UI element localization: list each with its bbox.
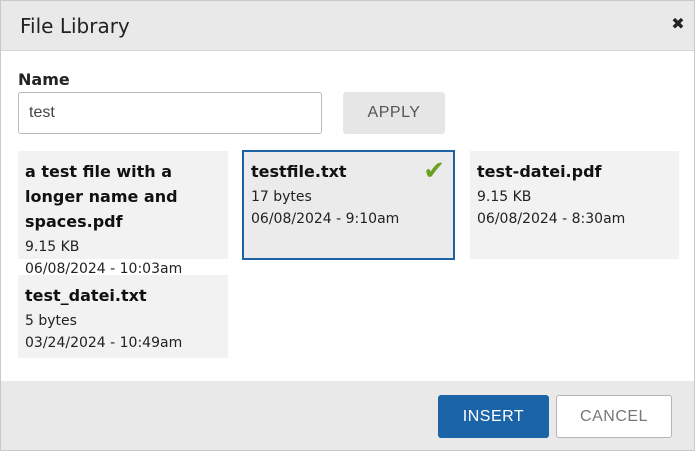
dialog-footer: INSERT CANCEL: [1, 381, 694, 450]
check-icon: ✔: [423, 156, 445, 186]
file-library-dialog: File Library ✖ Name APPLY a test file wi…: [0, 0, 695, 451]
file-card[interactable]: test_datei.txt 5 bytes 03/24/2024 - 10:4…: [18, 275, 228, 358]
file-name: test_datei.txt: [25, 286, 147, 305]
file-grid: a test file with a longer name and space…: [1, 1, 694, 381]
file-size: 17 bytes: [251, 189, 312, 205]
file-card[interactable]: a test file with a longer name and space…: [18, 151, 228, 277]
file-size: 5 bytes: [25, 313, 77, 329]
file-name: a test file with a longer name and space…: [25, 162, 178, 231]
cancel-button[interactable]: CANCEL: [556, 395, 672, 438]
file-name: test-datei.pdf: [477, 162, 602, 181]
file-card-selected[interactable]: ✔ testfile.txt 17 bytes 06/08/2024 - 9:1…: [242, 150, 455, 260]
file-date: 06/08/2024 - 9:10am: [251, 211, 400, 227]
insert-button[interactable]: INSERT: [438, 395, 549, 438]
file-date: 06/08/2024 - 8:30am: [477, 211, 626, 227]
file-size: 9.15 KB: [25, 239, 80, 255]
file-name: testfile.txt: [251, 162, 347, 181]
file-date: 03/24/2024 - 10:49am: [25, 335, 183, 351]
file-card[interactable]: test-datei.pdf 9.15 KB 06/08/2024 - 8:30…: [470, 151, 679, 259]
file-size: 9.15 KB: [477, 189, 532, 205]
